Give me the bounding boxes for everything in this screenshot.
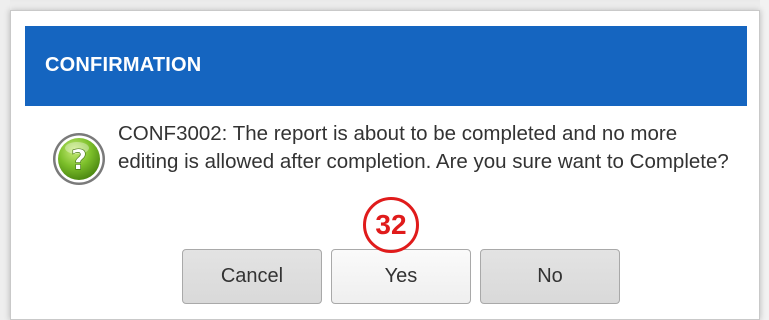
- confirmation-message: CONF3002: The report is about to be comp…: [118, 122, 729, 173]
- dialog-header: CONFIRMATION: [25, 26, 747, 106]
- step-number-badge: 32: [363, 197, 419, 253]
- question-icon: ?: [51, 131, 107, 187]
- dialog-title: CONFIRMATION: [45, 54, 202, 76]
- background-page-top: [0, 0, 769, 10]
- yes-button[interactable]: Yes: [331, 249, 471, 304]
- confirmation-dialog: CONFIRMATION ? CONF3002: The report is a…: [10, 10, 760, 320]
- no-button[interactable]: No: [480, 249, 620, 304]
- background-page-right: [760, 0, 769, 320]
- cancel-button[interactable]: Cancel: [182, 249, 322, 304]
- svg-text:?: ?: [71, 143, 87, 176]
- background-page-left: [0, 0, 10, 320]
